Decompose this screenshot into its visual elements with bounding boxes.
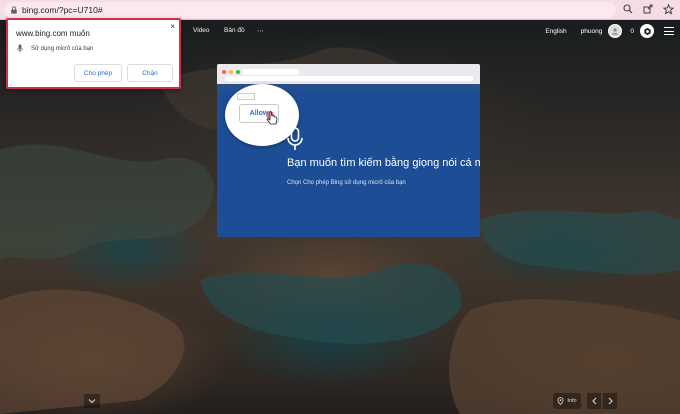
info-label: Info	[567, 398, 577, 404]
browser-address-bar: bing.com/?pc=U710#	[0, 0, 680, 20]
close-icon[interactable]: ×	[170, 23, 175, 31]
location-pin-icon	[557, 397, 564, 405]
popup-title: www.bing.com muốn	[16, 29, 90, 38]
mini-popup-illustration	[237, 93, 255, 100]
rewards-icon[interactable]	[640, 24, 654, 38]
nav-more[interactable]: ⋯	[257, 27, 264, 35]
popup-description: Sử dụng micrô của bạn	[31, 46, 94, 52]
url-field[interactable]: bing.com/?pc=U710#	[4, 2, 616, 18]
card-tab	[243, 69, 299, 75]
card-subtitle: Chọn Cho phép Bing sử dụng micrô của bạn	[287, 180, 406, 186]
scroll-down-button[interactable]	[84, 394, 100, 408]
user-icon	[612, 28, 619, 35]
maximize-dot-icon	[236, 70, 240, 74]
language-link[interactable]: English	[545, 28, 566, 35]
url-text[interactable]: bing.com/?pc=U710#	[22, 5, 103, 15]
previous-image-button[interactable]	[587, 393, 601, 409]
bookmark-star-icon[interactable]	[662, 3, 674, 15]
hand-cursor-icon	[266, 111, 278, 125]
lock-icon[interactable]	[10, 6, 18, 14]
next-image-button[interactable]	[603, 393, 617, 409]
block-button[interactable]: Chặn	[127, 64, 173, 82]
share-icon[interactable]	[642, 3, 654, 15]
card-browser-chrome	[217, 64, 480, 84]
zoom-icon[interactable]	[622, 3, 634, 15]
username[interactable]: phuong	[581, 28, 603, 35]
allow-button[interactable]: Cho phép	[74, 64, 122, 82]
microphone-icon	[17, 44, 23, 53]
card-url-bar	[225, 76, 473, 81]
chevron-right-icon	[608, 397, 613, 405]
nav-maps[interactable]: Bản đồ	[224, 27, 245, 34]
voice-search-instruction-card: Allow Bạn muốn tìm kiếm bằng giọng nói c…	[217, 64, 480, 237]
chevron-down-icon	[88, 399, 96, 404]
card-title: Bạn muốn tìm kiếm bằng giọng nói cá m	[287, 157, 480, 169]
mic-permission-popup: www.bing.com muốn × Sử dụng micrô của bạ…	[6, 18, 181, 89]
close-dot-icon	[222, 70, 226, 74]
chevron-left-icon	[591, 397, 596, 405]
hamburger-menu-icon[interactable]	[664, 27, 674, 35]
minimize-dot-icon	[229, 70, 233, 74]
image-info-button[interactable]: Info	[553, 393, 581, 409]
avatar[interactable]	[608, 24, 623, 38]
microphone-icon	[287, 127, 303, 150]
nav-video[interactable]: Video	[193, 27, 210, 34]
reward-points[interactable]: 0	[630, 28, 634, 35]
